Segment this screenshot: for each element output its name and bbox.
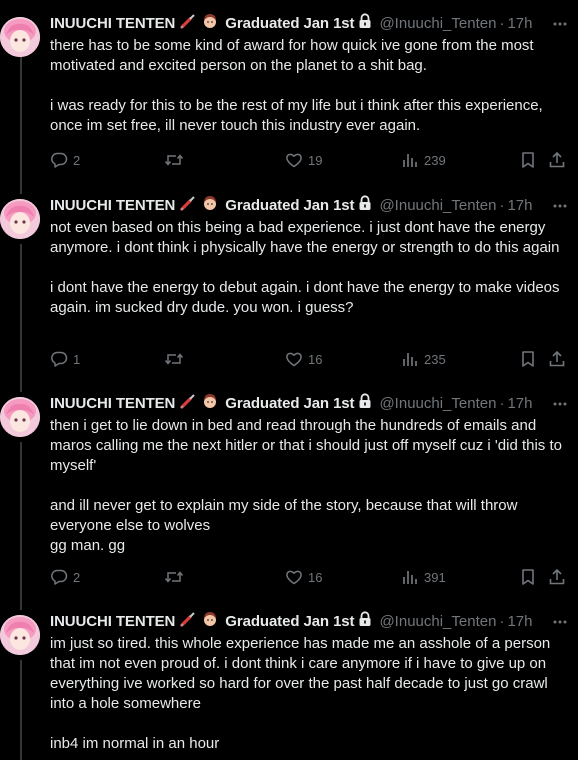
tweet[interactable]: INUUCHI TENTEN Graduated Jan 1st @Inuuch… bbox=[0, 12, 578, 182]
syringe-icon bbox=[179, 392, 197, 416]
reply-bubble-icon bbox=[51, 152, 68, 168]
separator-dot: · bbox=[499, 197, 505, 214]
tweet-text: im just so tired. this whole experience … bbox=[50, 635, 551, 752]
syringe-icon bbox=[179, 194, 197, 218]
user-handle[interactable]: @Inuuchi_Tenten bbox=[379, 14, 496, 34]
bookmark-button[interactable] bbox=[520, 349, 536, 369]
display-name[interactable]: INUUCHI TENTEN bbox=[50, 612, 175, 632]
user-handle[interactable]: @Inuuchi_Tenten bbox=[379, 196, 496, 216]
reply-count: 2 bbox=[73, 569, 81, 585]
retweet-icon bbox=[164, 154, 184, 166]
more-horizontal-icon[interactable] bbox=[552, 17, 568, 31]
more-horizontal-icon[interactable] bbox=[552, 397, 568, 411]
reply-button[interactable]: 1 bbox=[50, 349, 80, 369]
avatar[interactable] bbox=[0, 199, 40, 239]
user-handle[interactable]: @Inuuchi_Tenten bbox=[379, 612, 496, 632]
person-face-icon bbox=[201, 194, 219, 218]
tweet[interactable]: INUUCHI TENTEN Graduated Jan 1st @Inuuch… bbox=[0, 610, 578, 760]
timestamp[interactable]: 17h bbox=[507, 14, 532, 34]
reply-button[interactable]: 2 bbox=[50, 567, 80, 587]
bookmark-button[interactable] bbox=[520, 567, 536, 587]
lock-icon bbox=[358, 393, 372, 415]
person-face-icon bbox=[201, 392, 219, 416]
share-icon bbox=[549, 568, 565, 585]
thread-timeline: INUUCHI TENTEN Graduated Jan 1st @Inuuch… bbox=[0, 0, 578, 760]
tweet[interactable]: INUUCHI TENTEN Graduated Jan 1st @Inuuch… bbox=[0, 194, 578, 384]
person-face-icon bbox=[201, 610, 219, 634]
bookmark-icon bbox=[522, 152, 534, 168]
heart-icon bbox=[286, 352, 302, 367]
tweet-text: there has to be some kind of award for h… bbox=[50, 37, 543, 134]
timestamp[interactable]: 17h bbox=[507, 612, 532, 632]
user-handle[interactable]: @Inuuchi_Tenten bbox=[379, 394, 496, 414]
views-bar-chart-icon bbox=[403, 353, 417, 366]
retweet-button[interactable] bbox=[164, 567, 189, 587]
views-bar-chart-icon bbox=[403, 571, 417, 584]
view-count: 239 bbox=[424, 152, 446, 168]
share-button[interactable] bbox=[548, 567, 566, 587]
retweet-button[interactable] bbox=[164, 150, 189, 170]
views-button[interactable]: 239 bbox=[401, 150, 446, 170]
views-button[interactable]: 235 bbox=[401, 349, 446, 369]
avatar[interactable] bbox=[0, 17, 40, 57]
badge-text: Graduated Jan 1st bbox=[225, 15, 355, 32]
reply-count: 2 bbox=[73, 152, 81, 168]
badge-text: Graduated Jan 1st bbox=[225, 197, 355, 214]
retweet-icon bbox=[164, 571, 184, 583]
separator-dot: · bbox=[499, 613, 505, 630]
lock-icon bbox=[358, 13, 372, 35]
views-bar-chart-icon bbox=[403, 154, 417, 167]
view-count: 391 bbox=[424, 569, 446, 585]
tweet-text: then i get to lie down in bed and read t… bbox=[50, 417, 562, 554]
bookmark-button[interactable] bbox=[520, 150, 536, 170]
avatar[interactable] bbox=[0, 615, 40, 655]
more-horizontal-icon[interactable] bbox=[552, 615, 568, 629]
retweet-icon bbox=[164, 353, 184, 365]
reply-button[interactable]: 2 bbox=[50, 150, 80, 170]
like-button[interactable]: 16 bbox=[285, 349, 322, 369]
display-name[interactable]: INUUCHI TENTEN bbox=[50, 394, 175, 414]
separator-dot: · bbox=[499, 15, 505, 32]
tweet-actions: 2 19 239 bbox=[50, 150, 568, 170]
retweet-button[interactable] bbox=[164, 349, 189, 369]
lock-icon bbox=[358, 195, 372, 217]
lock-icon bbox=[358, 611, 372, 633]
reply-bubble-icon bbox=[51, 569, 68, 585]
bookmark-icon bbox=[522, 351, 534, 367]
share-icon bbox=[549, 350, 565, 367]
tweet[interactable]: INUUCHI TENTEN Graduated Jan 1st @Inuuch… bbox=[0, 392, 578, 592]
bookmark-icon bbox=[522, 569, 534, 585]
tweet-actions: 1 16 235 bbox=[50, 349, 568, 369]
view-count: 235 bbox=[424, 351, 446, 367]
like-count: 16 bbox=[308, 569, 323, 585]
display-name[interactable]: INUUCHI TENTEN bbox=[50, 14, 175, 34]
share-icon bbox=[549, 151, 565, 168]
share-button[interactable] bbox=[548, 150, 566, 170]
timestamp[interactable]: 17h bbox=[507, 394, 532, 414]
tweet-actions: 2 16 391 bbox=[50, 567, 568, 587]
tweet-text: not even based on this being a bad exper… bbox=[50, 219, 560, 316]
like-count: 16 bbox=[308, 351, 323, 367]
share-button[interactable] bbox=[548, 349, 566, 369]
reply-bubble-icon bbox=[51, 351, 68, 367]
syringe-icon bbox=[179, 610, 197, 634]
like-button[interactable]: 19 bbox=[285, 150, 322, 170]
heart-icon bbox=[286, 570, 302, 585]
like-count: 19 bbox=[308, 152, 323, 168]
separator-dot: · bbox=[499, 395, 505, 412]
more-horizontal-icon[interactable] bbox=[552, 199, 568, 213]
reply-count: 1 bbox=[73, 351, 81, 367]
person-face-icon bbox=[201, 12, 219, 36]
syringe-icon bbox=[179, 12, 197, 36]
heart-icon bbox=[286, 153, 302, 168]
timestamp[interactable]: 17h bbox=[507, 196, 532, 216]
display-name[interactable]: INUUCHI TENTEN bbox=[50, 196, 175, 216]
badge-text: Graduated Jan 1st bbox=[225, 613, 355, 630]
views-button[interactable]: 391 bbox=[401, 567, 446, 587]
like-button[interactable]: 16 bbox=[285, 567, 322, 587]
avatar[interactable] bbox=[0, 397, 40, 437]
badge-text: Graduated Jan 1st bbox=[225, 395, 355, 412]
